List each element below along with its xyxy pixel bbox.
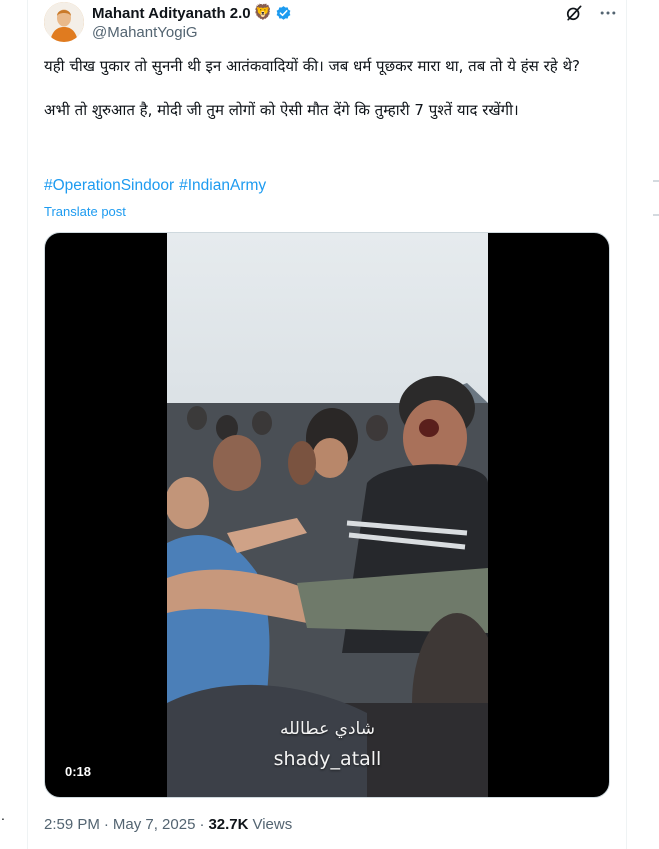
video-overlay-arabic: شادي عطالله [280, 719, 375, 739]
video-overlay-handle: shady_atall [273, 748, 382, 770]
post-text: यही चीख पुकार तो सुननी थी इन आतंकवादियों… [44, 55, 614, 121]
timeline-left-border [27, 0, 28, 849]
verified-badge-icon[interactable] [275, 5, 292, 22]
meta-separator: · [103, 816, 109, 833]
post-paragraph-1: यही चीख पुकार तो सुननी थी इन आतंकवादियों… [44, 57, 581, 75]
video-player[interactable]: شادي عطالله shady_atall 0:18 [44, 232, 610, 798]
lion-emoji: 🦁 [253, 4, 273, 21]
edge-fragment [653, 180, 659, 182]
views-count[interactable]: 32.7K [208, 816, 248, 833]
hashtag-indian-army[interactable]: #IndianArmy [179, 177, 266, 195]
avatar-image [44, 2, 84, 42]
video-frame: شادي عطالله shady_atall [167, 233, 488, 797]
more-options-icon[interactable] [596, 3, 620, 23]
avatar[interactable] [44, 2, 84, 42]
post-meta: 2:59 PM · May 7, 2025 · 32.7K Views [44, 816, 292, 833]
video-still [167, 233, 488, 797]
hashtag-row: #OperationSindoor #IndianArmy [44, 177, 266, 195]
views-label: Views [252, 816, 293, 833]
post-top-actions [562, 3, 620, 23]
stray-dot: . [1, 807, 5, 823]
post-paragraph-2: अभी तो शुरुआत है, मोदी जी तुम लोगों को ऐ… [44, 101, 519, 119]
edge-fragment [653, 214, 659, 216]
grok-glyph [566, 5, 582, 21]
author-display-name[interactable]: Mahant Adityanath 2.0 [92, 5, 251, 22]
translate-post-link[interactable]: Translate post [44, 204, 126, 219]
post-date[interactable]: May 7, 2025 [113, 816, 196, 833]
grok-icon[interactable] [562, 3, 586, 23]
post-time[interactable]: 2:59 PM [44, 816, 100, 833]
hashtag-operation-sindoor[interactable]: #OperationSindoor [44, 177, 174, 195]
timeline-right-border [626, 0, 627, 849]
author-name-row[interactable]: Mahant Adityanath 2.0 🦁 [92, 3, 292, 23]
meta-separator: · [199, 816, 205, 833]
author-handle[interactable]: @MahantYogiG [92, 24, 198, 41]
video-duration-badge: 0:18 [59, 762, 98, 781]
ellipsis-glyph [600, 11, 616, 15]
